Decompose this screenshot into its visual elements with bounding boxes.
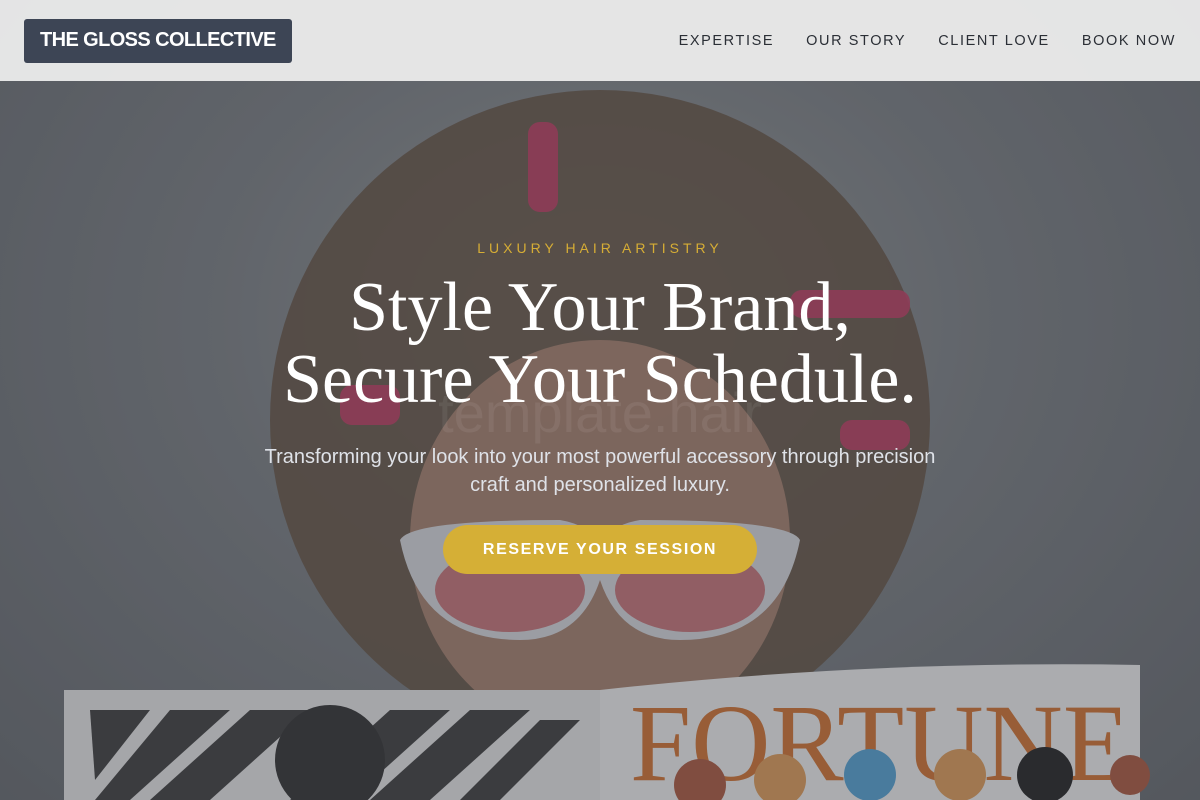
hero-content: LUXURY HAIR ARTISTRY Style Your Brand, S… [0, 0, 1200, 800]
nav-item-expertise[interactable]: EXPERTISE [679, 33, 775, 49]
hero-headline: Style Your Brand, Secure Your Schedule. [0, 272, 1200, 416]
hero-eyebrow: LUXURY HAIR ARTISTRY [477, 240, 723, 256]
nav-item-our-story[interactable]: OUR STORY [806, 33, 906, 49]
nav-item-client-love[interactable]: CLIENT LOVE [938, 33, 1050, 49]
main-nav: EXPERTISE OUR STORY CLIENT LOVE BOOK NOW [679, 33, 1176, 49]
nav-item-book-now[interactable]: BOOK NOW [1082, 33, 1176, 49]
reserve-session-button[interactable]: RESERVE YOUR SESSION [443, 525, 757, 574]
hero-headline-line2: Secure Your Schedule. [283, 341, 917, 418]
hero-headline-line1: Style Your Brand, [349, 269, 851, 346]
site-header: THE GLOSS COLLECTIVE EXPERTISE OUR STORY… [0, 0, 1200, 81]
brand-logo[interactable]: THE GLOSS COLLECTIVE [24, 18, 292, 63]
hero-subhead: Transforming your look into your most po… [264, 446, 936, 496]
